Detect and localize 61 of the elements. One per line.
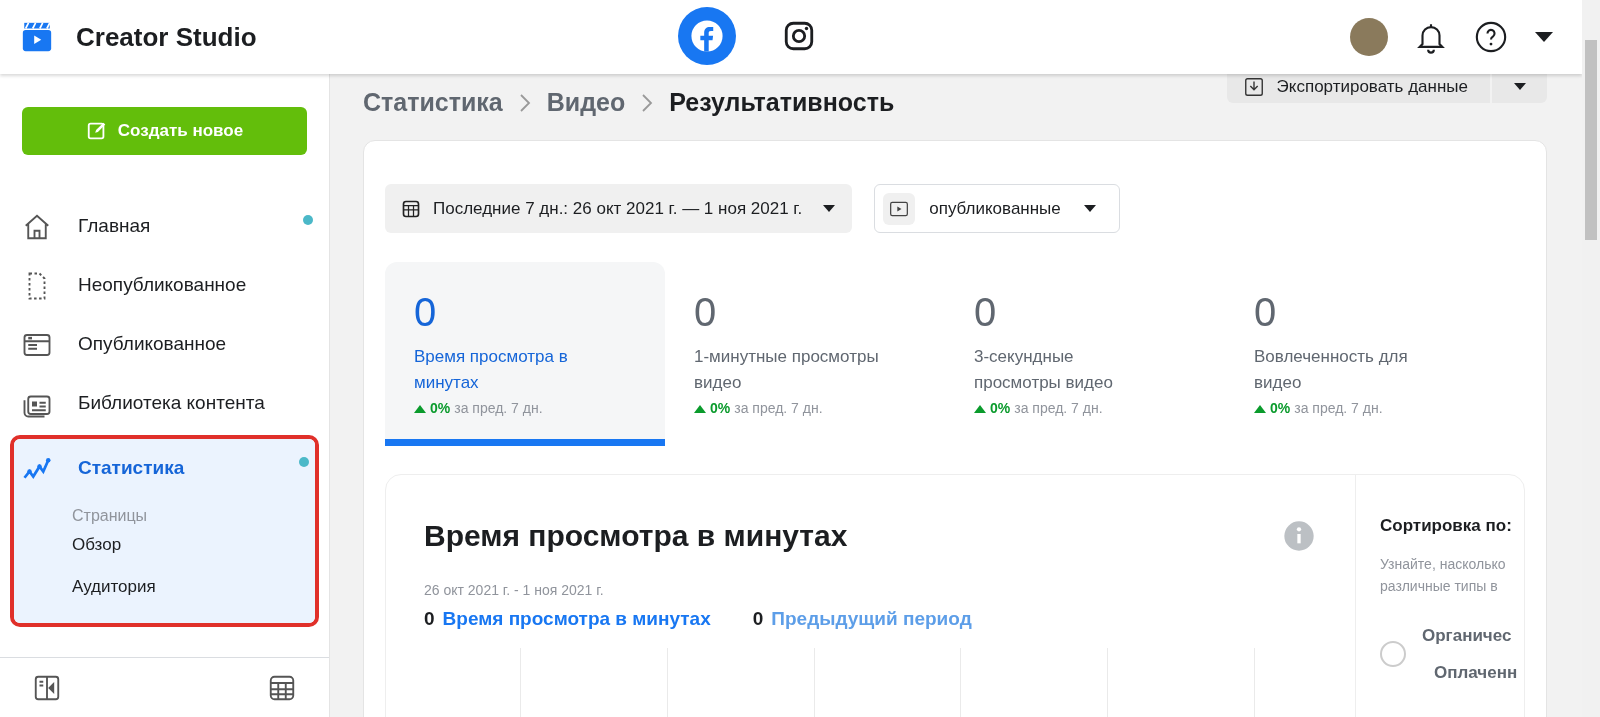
chart-title: Время просмотра в минутах — [424, 518, 848, 554]
breadcrumb-item[interactable]: Статистика — [363, 84, 503, 122]
legend-label[interactable]: Время просмотра в минутах — [442, 605, 711, 634]
date-range: 26 окт 2021 г. - 1 ноя 2021 г. — [424, 581, 605, 600]
comparison-period: за пред. 7 дн. — [1014, 399, 1103, 418]
caret-down-icon — [1082, 204, 1097, 213]
option-sublabel: Оплаченн — [1433, 662, 1518, 684]
comparison-period: за пред. 7 дн. — [454, 399, 543, 418]
submenu-item[interactable]: Обзор — [72, 532, 307, 558]
radio-button[interactable] — [1380, 641, 1406, 667]
submenu-item[interactable]: Аудитория — [72, 573, 307, 599]
edit-icon — [85, 120, 108, 142]
info-icon — [1283, 519, 1315, 552]
caret-down-icon — [1534, 31, 1554, 43]
metric-value: 0 — [1254, 290, 1278, 334]
sidebar-item[interactable]: Статистика — [14, 439, 315, 498]
metric-value: 0 — [694, 290, 718, 334]
app-title: Creator Studio — [76, 20, 257, 54]
sort-description: Узнайте, насколько различные типы в — [1380, 554, 1507, 596]
instagram-icon — [782, 19, 816, 53]
change-percent: 0% — [430, 399, 451, 418]
sidebar-item[interactable]: Неопубликованное — [10, 256, 319, 315]
sidebar-item[interactable]: Опубликованное — [10, 315, 319, 374]
triangle-up-icon — [974, 404, 986, 413]
sort-title: Сортировка по: — [1380, 515, 1513, 537]
comparison-period: за пред. 7 дн. — [1294, 399, 1383, 418]
option-label: Органичес — [1422, 624, 1513, 647]
help-icon — [1474, 20, 1508, 54]
caret-down-icon — [822, 204, 837, 213]
export-options-button[interactable] — [1492, 74, 1547, 103]
clapperboard-logo-icon — [20, 20, 54, 54]
status-dropdown[interactable]: опубликованные — [874, 184, 1120, 233]
metric-value: 0 — [414, 290, 438, 334]
legend-value: 0 — [752, 607, 764, 631]
metric-label: Время просмотра в минутах — [414, 346, 569, 394]
triangle-up-icon — [694, 404, 706, 413]
section-label: Страницы — [71, 506, 149, 526]
export-data-button[interactable]: Экспортировать данные — [1226, 74, 1490, 103]
triangle-up-icon — [414, 404, 426, 413]
metric-tab[interactable]: 0 Время просмотра в минутах 0% за пред. 7 дн. — [385, 262, 665, 446]
sidebar-item[interactable]: Библиотека контента — [10, 374, 319, 433]
calendar-icon — [401, 198, 421, 219]
comparison-period: за пред. 7 дн. — [734, 399, 823, 418]
breadcrumb-item[interactable]: Видео — [546, 84, 626, 122]
caret-down-icon — [1512, 82, 1527, 91]
sidebar-item[interactable]: Главная — [10, 197, 319, 256]
avatar[interactable] — [1350, 18, 1388, 56]
triangle-up-icon — [1254, 404, 1266, 413]
download-icon — [1242, 75, 1265, 98]
legend-value: 0 — [424, 607, 435, 631]
change-percent: 0% — [710, 399, 731, 418]
facebook-icon — [690, 19, 724, 53]
metric-label: 1-минутные просмотры видео — [694, 346, 880, 394]
facebook-tab[interactable] — [678, 7, 736, 65]
breadcrumb-item: Результативность — [669, 87, 895, 118]
metric-label: 3-секундные просмотры видео — [974, 346, 1114, 394]
change-percent: 0% — [990, 399, 1011, 418]
metric-value: 0 — [974, 290, 998, 334]
metric-label: Вовлеченность для видео — [1254, 346, 1409, 394]
date-range-dropdown[interactable]: Последние 7 дн.: 26 окт 2021 г. — 1 ноя 2021 г. — [385, 184, 853, 233]
change-percent: 0% — [1270, 399, 1291, 418]
